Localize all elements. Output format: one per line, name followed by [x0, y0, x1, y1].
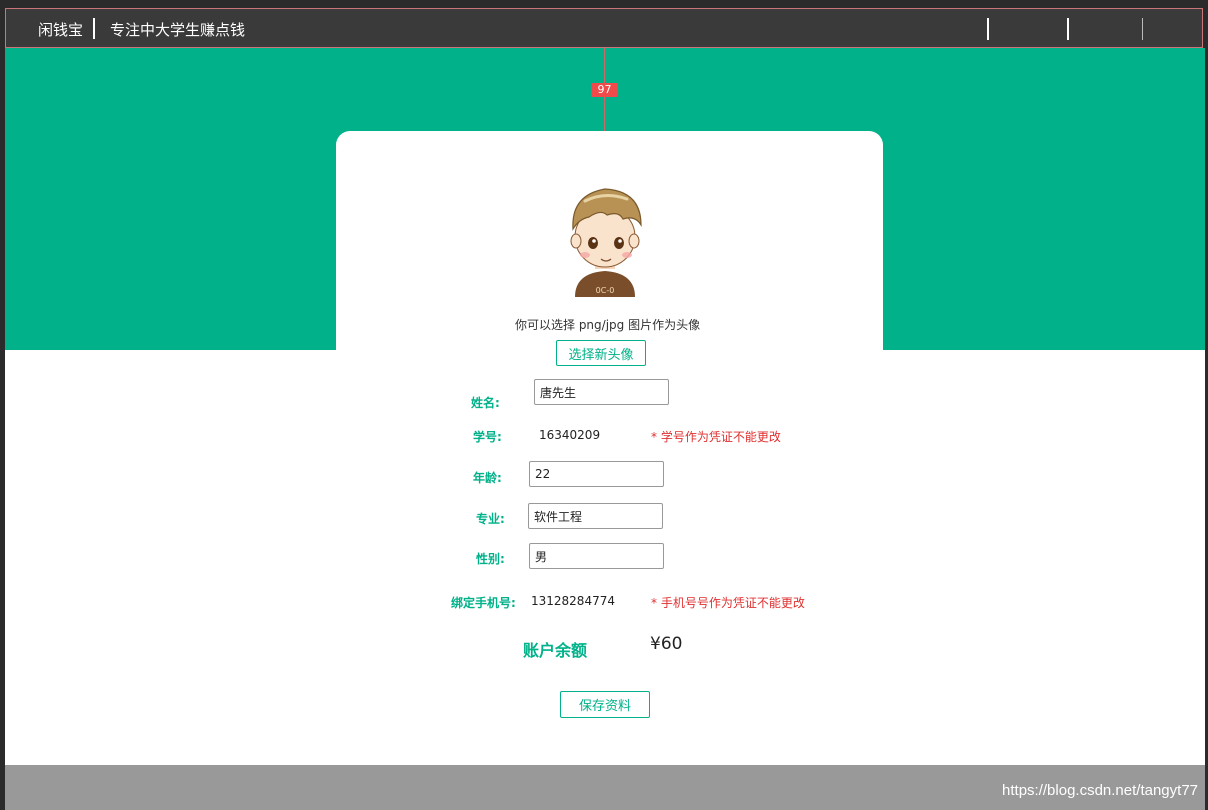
student-id-label: 学号:: [473, 430, 502, 444]
choose-avatar-button[interactable]: 选择新头像: [556, 340, 646, 366]
name-label: 姓名:: [471, 396, 500, 410]
brand-logo-text[interactable]: 闲钱宝: [38, 19, 83, 40]
top-navbar: 闲钱宝 专注中大学生赚点钱: [5, 8, 1203, 48]
nav-item-divider: [987, 18, 989, 40]
student-id-value: 16340209: [539, 428, 601, 442]
nav-item-divider: [1067, 18, 1069, 40]
site-slogan: 专注中大学生赚点钱: [110, 21, 246, 39]
svg-text:0C-0: 0C-0: [596, 286, 615, 295]
age-field[interactable]: [529, 461, 664, 487]
avatar-hint-text: 你可以选择 png/jpg 图片作为头像: [515, 318, 701, 332]
brand-divider: [93, 18, 95, 39]
balance-label: 账户余额: [523, 641, 588, 660]
major-label: 专业:: [476, 512, 505, 526]
measure-badge: 97: [591, 83, 618, 97]
major-field[interactable]: [528, 503, 663, 529]
gender-label: 性别:: [476, 552, 505, 566]
age-label: 年龄:: [473, 471, 502, 485]
phone-note: * 手机号号作为凭证不能更改: [651, 596, 805, 610]
nav-item-divider: [1142, 18, 1143, 40]
save-profile-button[interactable]: 保存资料: [560, 691, 650, 718]
avatar: 0C-0: [570, 188, 642, 297]
gender-field[interactable]: [529, 543, 664, 569]
phone-value: 13128284774: [531, 594, 615, 608]
student-id-note: * 学号作为凭证不能更改: [651, 430, 781, 444]
name-field[interactable]: [534, 379, 669, 405]
phone-label: 绑定手机号:: [451, 596, 516, 610]
balance-value: ¥60: [650, 634, 683, 654]
watermark-text: https://blog.csdn.net/tangyt77: [1002, 782, 1198, 799]
